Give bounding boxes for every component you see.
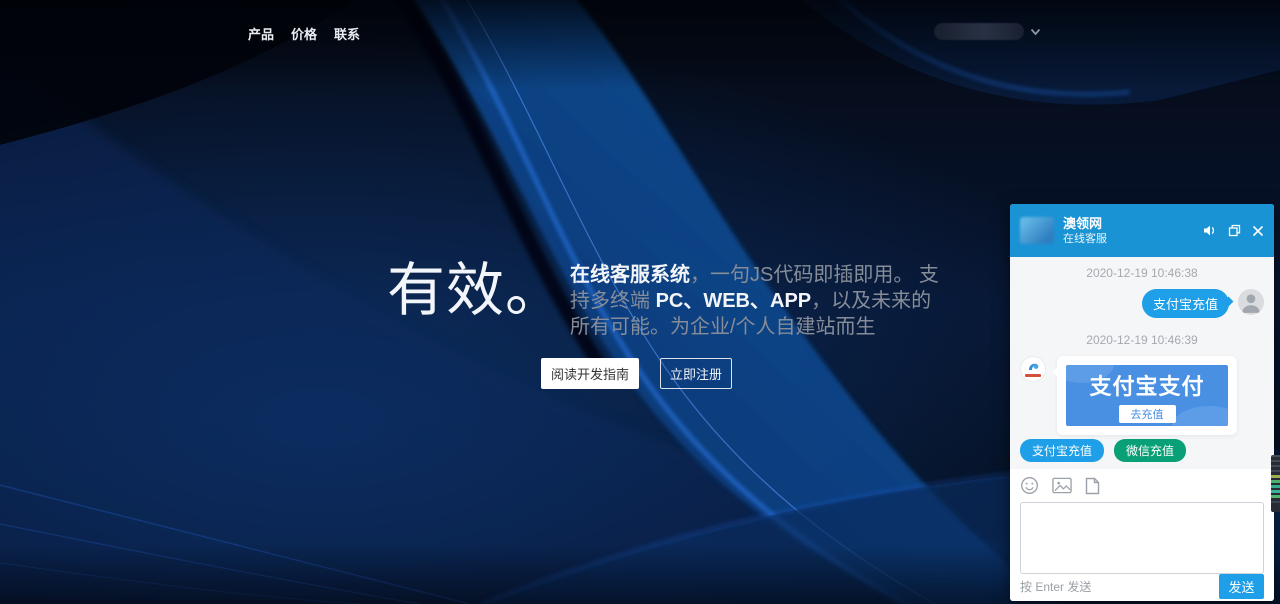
send-button[interactable]: 发送: [1219, 574, 1264, 599]
side-panel-tab[interactable]: [1271, 455, 1280, 512]
restore-window-icon[interactable]: [1228, 224, 1241, 237]
file-icon[interactable]: [1085, 477, 1100, 495]
quick-reply-wechat[interactable]: 微信充值: [1114, 439, 1186, 462]
hero-description: 在线客服系统，一句JS代码即插即用。 支持多终端 PC、WEB、APP，以及未来…: [570, 262, 946, 340]
enter-to-send-hint: 按 Enter 发送: [1020, 578, 1091, 595]
quick-reply-alipay[interactable]: 支付宝充值: [1020, 439, 1104, 462]
nav-item-products[interactable]: 产品: [248, 24, 274, 43]
agent-message-card: 支付宝支付 去充值: [1057, 356, 1237, 435]
chat-header-icons: [1203, 224, 1264, 237]
top-nav: 产品 价格 联系: [248, 24, 360, 43]
alipay-banner[interactable]: 支付宝支付 去充值: [1066, 365, 1228, 426]
image-icon[interactable]: [1052, 477, 1072, 494]
chat-subtitle: 在线客服: [1063, 234, 1203, 245]
person-icon: [1238, 289, 1264, 315]
compose-bottom-bar: 按 Enter 发送 发送: [1020, 574, 1264, 601]
agent-logo-icon: [1027, 362, 1040, 373]
account-menu[interactable]: [934, 23, 1041, 40]
chat-message-input[interactable]: [1020, 502, 1264, 574]
chat-widget: 澳领网 在线客服 2020-12-19 10:46:38 支付宝充值: [1010, 204, 1274, 601]
chat-compose-area: 按 Enter 发送 发送: [1010, 469, 1274, 601]
emoji-icon[interactable]: [1020, 476, 1039, 495]
chat-message-list: 2020-12-19 10:46:38 支付宝充值 2020-12-19 10:…: [1010, 257, 1274, 469]
read-dev-guide-button[interactable]: 阅读开发指南: [541, 358, 639, 389]
go-recharge-button[interactable]: 去充值: [1119, 405, 1176, 423]
quick-replies: 支付宝充值 微信充值: [1020, 439, 1186, 462]
alipay-banner-title: 支付宝支付: [1089, 369, 1204, 401]
chat-title: 澳领网: [1063, 217, 1203, 230]
message-timestamp: 2020-12-19 10:46:39: [1020, 333, 1264, 347]
agent-avatar: [1020, 356, 1046, 382]
close-icon[interactable]: [1252, 225, 1264, 237]
compose-toolbar: [1020, 475, 1264, 496]
hero-desc-bold-2: PC、WEB、APP: [656, 290, 812, 312]
message-timestamp: 2020-12-19 10:46:38: [1020, 266, 1264, 280]
chat-titles: 澳领网 在线客服: [1063, 217, 1203, 245]
chevron-down-icon: [1030, 28, 1041, 36]
user-message-row: 支付宝充值: [1020, 289, 1264, 318]
nav-item-pricing[interactable]: 价格: [291, 24, 317, 43]
user-message-bubble: 支付宝充值: [1142, 289, 1229, 318]
agent-logo-text: [1025, 374, 1041, 377]
sound-icon[interactable]: [1203, 224, 1217, 237]
hero-desc-bold-1: 在线客服系统: [570, 264, 690, 286]
register-now-button[interactable]: 立即注册: [660, 358, 732, 389]
user-avatar: [1238, 289, 1264, 315]
chat-header: 澳领网 在线客服: [1010, 204, 1274, 257]
hero-headline: 有效。: [387, 243, 564, 327]
agent-message-row: 支付宝支付 去充值: [1020, 356, 1264, 435]
chat-logo: [1020, 217, 1054, 244]
account-name-redacted: [934, 23, 1024, 40]
nav-item-contact[interactable]: 联系: [334, 24, 360, 43]
hero-buttons: 阅读开发指南 立即注册: [541, 358, 732, 389]
